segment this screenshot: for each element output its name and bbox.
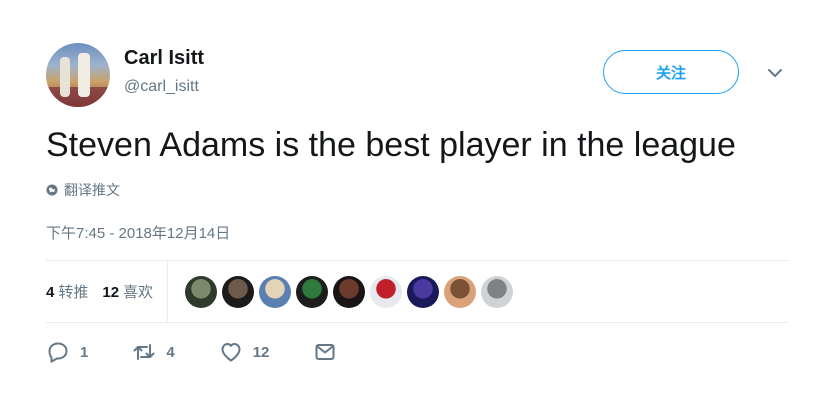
tweet-stats: 4 转推 12 喜欢 <box>46 261 514 322</box>
reply-icon <box>48 342 68 363</box>
like-action[interactable]: 12 <box>219 340 270 364</box>
liker-avatar-4[interactable] <box>296 275 329 308</box>
liker-avatar-8[interactable] <box>444 275 477 308</box>
like-count: 12 <box>252 343 270 361</box>
user-avatar[interactable] <box>46 43 110 107</box>
follow-button[interactable]: 关注 <box>603 50 739 94</box>
liker-avatar-5[interactable] <box>333 275 366 308</box>
direct-message-action[interactable] <box>313 340 347 364</box>
like-stat-label: 喜欢 <box>123 284 154 301</box>
heart-icon <box>221 343 241 362</box>
liker-avatar-7[interactable] <box>407 275 440 308</box>
liker-avatar-3[interactable] <box>259 275 292 308</box>
liker-avatars <box>185 275 514 308</box>
translate-tweet-link[interactable]: 翻译推文 <box>46 180 120 200</box>
user-handle[interactable]: @carl_isitt <box>124 78 199 96</box>
liker-avatar-1[interactable] <box>185 275 218 308</box>
liker-avatar-2[interactable] <box>222 275 255 308</box>
stats-separator <box>167 261 169 322</box>
retweet-stat-count: 4 <box>46 284 55 301</box>
tweet-text: Steven Adams is the best player in the l… <box>46 126 736 164</box>
envelope-icon <box>315 344 335 360</box>
liker-avatar-9[interactable] <box>481 275 514 308</box>
reply-action[interactable]: 1 <box>46 340 88 364</box>
retweet-action[interactable]: 4 <box>132 340 175 364</box>
globe-icon <box>46 184 58 196</box>
retweet-stat-label: 转推 <box>58 284 89 301</box>
retweet-count: 4 <box>166 343 175 361</box>
like-stat[interactable]: 12 喜欢 <box>102 281 153 302</box>
user-display-name[interactable]: Carl Isitt <box>124 47 204 70</box>
liker-avatar-6[interactable] <box>370 275 403 308</box>
divider <box>46 322 788 323</box>
chevron-down-icon[interactable] <box>765 63 785 83</box>
tweet-timestamp[interactable]: 下午7:45 - 2018年12月14日 <box>46 222 230 243</box>
reply-count: 1 <box>80 343 89 361</box>
translate-label[interactable]: 翻译推文 <box>64 180 120 200</box>
tweet-actions: 1 4 12 <box>46 340 347 364</box>
like-stat-count: 12 <box>102 284 120 301</box>
retweet-stat[interactable]: 4 转推 <box>46 281 88 302</box>
retweet-icon <box>133 344 155 360</box>
